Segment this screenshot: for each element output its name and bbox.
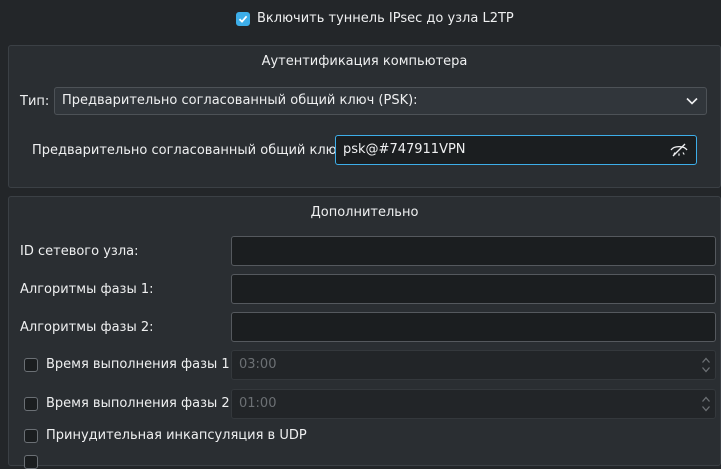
phase2-alg-label: Алгоритмы фазы 2: — [20, 320, 154, 335]
advanced-group-title: Дополнительно — [310, 205, 419, 220]
chevron-down-icon — [686, 97, 698, 105]
phase1-lifetime-checkbox[interactable] — [24, 358, 38, 372]
phase2-lifetime-checkbox[interactable] — [24, 397, 38, 411]
check-icon — [238, 15, 248, 23]
auth-group: Аутентификация компьютера Тип: Предварит… — [8, 45, 721, 188]
spin-arrows-icon[interactable] — [701, 395, 711, 413]
phase1-lifetime-spinbox[interactable]: 03:00 — [231, 350, 716, 380]
phase2-lifetime-spinbox[interactable]: 01:00 — [231, 389, 716, 419]
phase1-lifetime-value: 03:00 — [239, 357, 277, 372]
auth-type-combo[interactable]: Предварительно согласованный общий ключ … — [54, 87, 707, 115]
auth-type-value: Предварительно согласованный общий ключ … — [62, 93, 418, 108]
peer-id-label: ID сетевого узла: — [20, 244, 139, 259]
phase2-lifetime-value: 01:00 — [239, 396, 277, 411]
force-udp-label: Принудительная инкапсуляция в UDP — [46, 428, 307, 443]
psk-value: psk@#747911VPN — [343, 142, 466, 157]
psk-input[interactable]: psk@#747911VPN — [335, 135, 697, 165]
eye-off-icon[interactable] — [670, 143, 688, 157]
advanced-group: Дополнительно ID сетевого узла: Алгоритм… — [8, 196, 721, 469]
phase2-lifetime-label: Время выполнения фазы 2: — [46, 396, 235, 411]
phase1-alg-input[interactable] — [231, 274, 716, 304]
phase1-alg-label: Алгоритмы фазы 1: — [20, 282, 154, 297]
auth-group-title: Аутентификация компьютера — [261, 54, 468, 69]
psk-label: Предварительно согласованный общий ключ: — [32, 143, 349, 158]
ipsec-enable-checkbox[interactable] — [236, 12, 250, 26]
force-udp-checkbox[interactable] — [24, 429, 38, 443]
peer-id-input[interactable] — [231, 236, 716, 266]
ipsec-enable-label: Включить туннель IPsec до узла L2TP — [257, 11, 514, 26]
next-option-checkbox[interactable] — [24, 455, 38, 469]
spin-arrows-icon[interactable] — [701, 356, 711, 374]
phase1-lifetime-label: Время выполнения фазы 1: — [46, 357, 235, 372]
phase2-alg-input[interactable] — [231, 312, 716, 342]
auth-type-label: Тип: — [20, 94, 50, 109]
